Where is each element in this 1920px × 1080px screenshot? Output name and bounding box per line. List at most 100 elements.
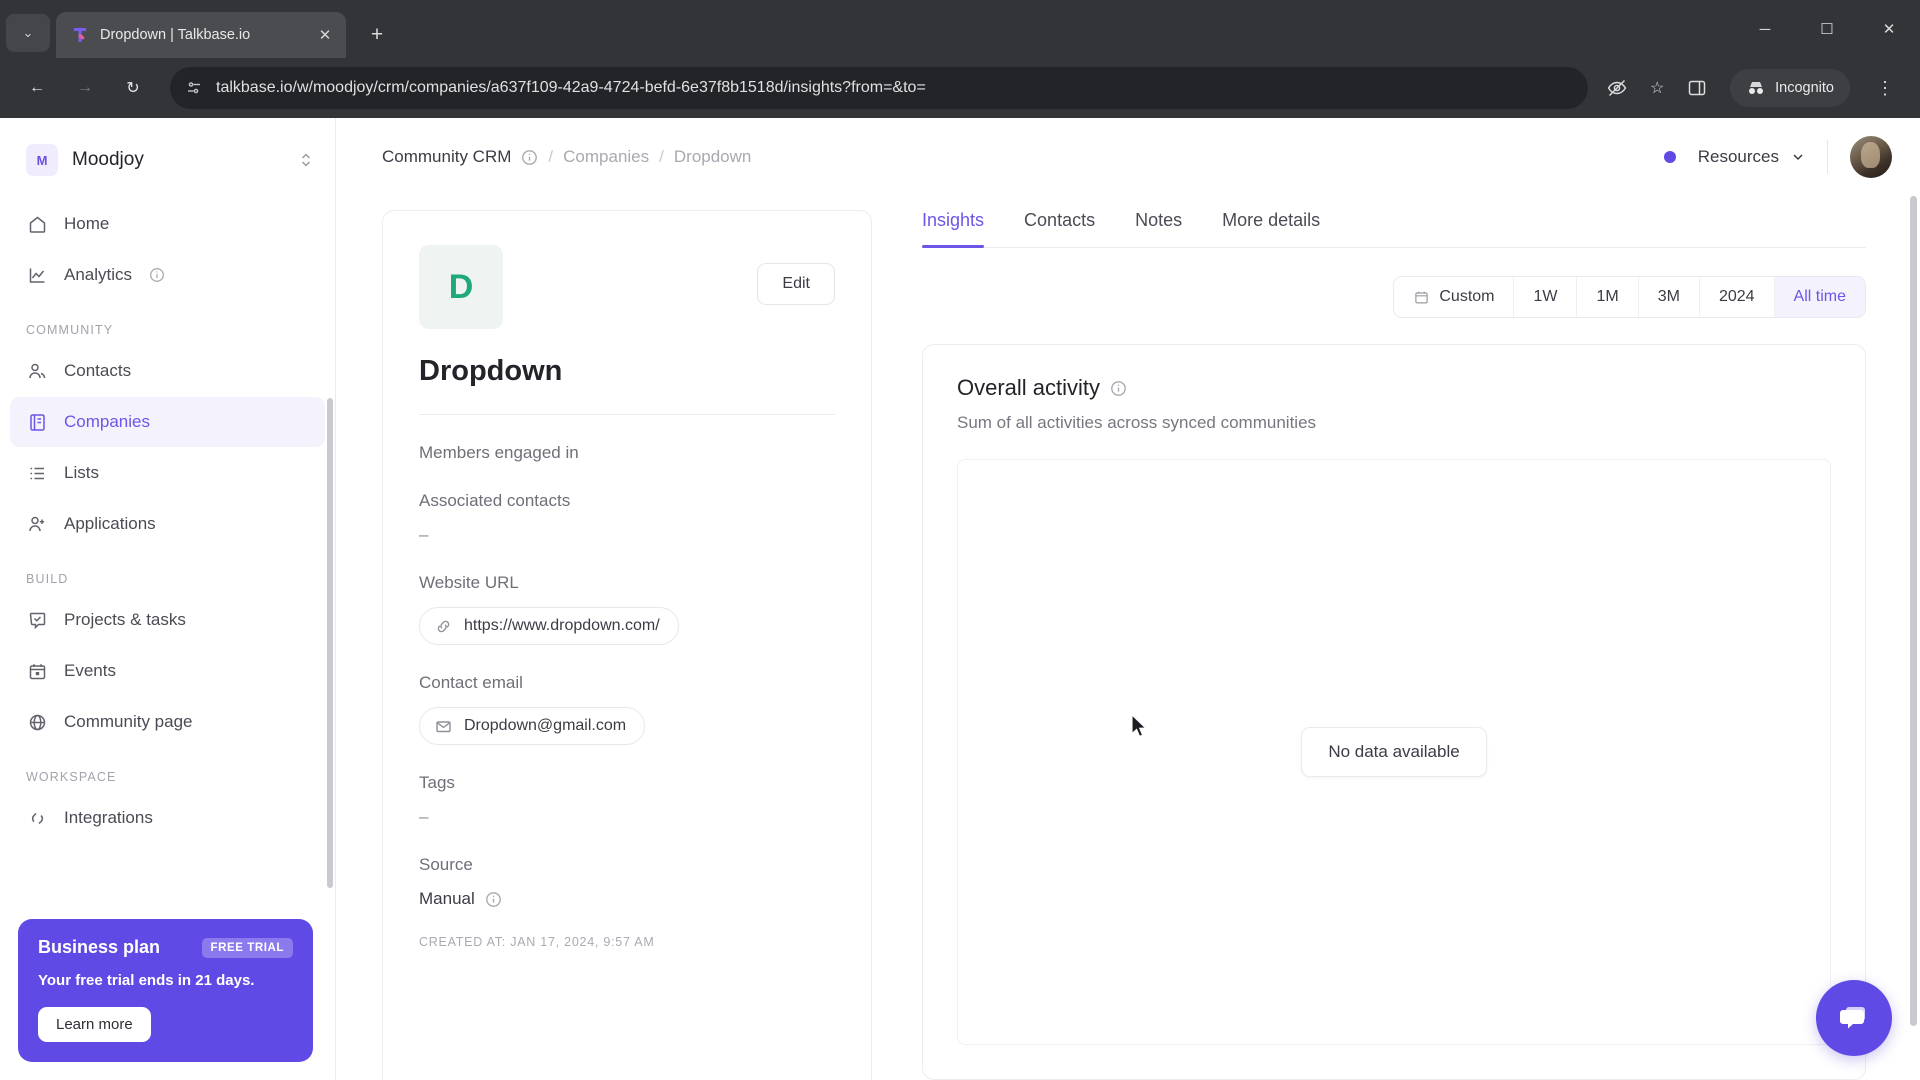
forward-icon[interactable]: →	[64, 67, 106, 109]
side-panel-icon[interactable]	[1684, 75, 1710, 101]
sidebar-section-build: BUILD	[26, 572, 69, 586]
mail-icon	[434, 717, 452, 735]
range-label: Custom	[1439, 288, 1495, 305]
bookmark-star-icon[interactable]: ☆	[1644, 75, 1670, 101]
field-label: Website URL	[419, 573, 519, 592]
contact-email-value: Dropdown@gmail.com	[464, 717, 627, 734]
page-content: D Edit Dropdown Members engaged in Assoc…	[336, 196, 1920, 1080]
check-square-icon	[26, 609, 48, 631]
calendar-icon	[26, 660, 48, 682]
browser-toolbar: ← → ↻ talkbase.io/w/moodjoy/crm/companie…	[0, 58, 1920, 118]
user-plus-icon	[26, 513, 48, 535]
field-value: –	[419, 525, 429, 544]
chevron-down-icon: ⌄	[22, 25, 34, 40]
talkbase-logo-icon	[70, 25, 90, 45]
company-card: D Edit Dropdown Members engaged in Assoc…	[382, 210, 872, 1080]
chevron-updown-icon[interactable]	[299, 150, 313, 170]
overall-activity-card: Overall activity Sum of all activities a…	[922, 344, 1866, 1080]
plan-title: Business plan	[38, 937, 161, 957]
field-label: Contact email	[419, 673, 523, 692]
sidebar-scrollbar[interactable]	[327, 398, 333, 888]
range-1m[interactable]: 1M	[1577, 277, 1639, 317]
back-icon[interactable]: ←	[16, 67, 58, 109]
window-close-icon[interactable]: ✕	[1858, 0, 1920, 58]
tab-search-button[interactable]: ⌄	[6, 14, 50, 52]
breadcrumb-separator: /	[659, 147, 664, 166]
free-trial-badge: FREE TRIAL	[201, 937, 293, 958]
card-title: Overall activity	[957, 375, 1101, 400]
sidebar-item-home[interactable]: Home	[10, 199, 325, 249]
integrations-icon	[26, 807, 48, 829]
range-2024[interactable]: 2024	[1700, 277, 1775, 317]
info-icon[interactable]	[1110, 380, 1127, 397]
chat-widget-button[interactable]	[1816, 980, 1892, 1056]
tab-notes[interactable]: Notes	[1135, 210, 1182, 247]
address-bar[interactable]: talkbase.io/w/moodjoy/crm/companies/a637…	[170, 67, 1589, 109]
sidebar-item-contacts[interactable]: Contacts	[10, 346, 325, 396]
org-avatar: M	[26, 144, 58, 176]
range-1w[interactable]: 1W	[1514, 277, 1578, 317]
range-custom[interactable]: Custom	[1394, 277, 1515, 317]
info-icon[interactable]	[521, 149, 538, 166]
close-icon[interactable]: ✕	[312, 22, 338, 48]
activity-chart-area: No data available	[957, 459, 1831, 1045]
org-switcher[interactable]: M Moodjoy	[0, 118, 335, 198]
tab-insights[interactable]: Insights	[922, 210, 985, 248]
maximize-icon[interactable]: ☐	[1796, 0, 1858, 58]
range-all-time[interactable]: All time	[1774, 277, 1865, 317]
sidebar-item-events[interactable]: Events	[10, 646, 325, 696]
breadcrumb-item-community-crm[interactable]: Community CRM	[382, 147, 511, 167]
browser-tab[interactable]: Dropdown | Talkbase.io ✕	[56, 12, 346, 58]
minimize-icon[interactable]: ─	[1734, 0, 1796, 58]
tab-more-details[interactable]: More details	[1222, 210, 1320, 247]
sidebar-item-integrations[interactable]: Integrations	[10, 793, 325, 843]
field-label: Tags	[419, 773, 455, 792]
sidebar-item-label: Integrations	[64, 808, 153, 827]
field-label: Source	[419, 855, 473, 874]
empty-state-message: No data available	[1301, 727, 1487, 777]
page-scrollbar[interactable]	[1910, 196, 1917, 1026]
site-settings-icon[interactable]	[184, 78, 204, 98]
browser-window: ⌄ Dropdown | Talkbase.io ✕ + ─ ☐ ✕ ← → ↻	[0, 0, 1920, 1080]
avatar[interactable]	[1850, 136, 1892, 178]
resources-menu[interactable]: Resources	[1698, 147, 1805, 167]
info-icon[interactable]	[485, 891, 502, 908]
tab-contacts[interactable]: Contacts	[1024, 210, 1095, 247]
sidebar-item-projects-tasks[interactable]: Projects & tasks	[10, 595, 325, 645]
divider	[1827, 140, 1828, 174]
breadcrumb-item-companies[interactable]: Companies	[563, 147, 649, 167]
website-url-chip[interactable]: https://www.dropdown.com/	[419, 607, 679, 645]
created-at-label: CREATED AT: JAN 17, 2024, 9:57 AM	[419, 935, 655, 949]
range-3m[interactable]: 3M	[1639, 277, 1700, 317]
sidebar-item-label: Home	[64, 214, 110, 233]
calendar-icon	[1413, 289, 1429, 305]
learn-more-button[interactable]: Learn more	[38, 1007, 151, 1042]
sidebar-item-analytics[interactable]: Analytics	[10, 250, 325, 300]
users-icon	[26, 360, 48, 382]
sidebar-item-label: Contacts	[64, 361, 132, 380]
eye-off-icon[interactable]	[1604, 75, 1630, 101]
date-range-row: Custom 1W 1M 3M 2024 All time	[922, 276, 1866, 318]
sidebar-item-lists[interactable]: Lists	[10, 448, 325, 498]
incognito-indicator[interactable]: Incognito	[1730, 69, 1850, 107]
edit-button[interactable]: Edit	[757, 263, 835, 305]
building-icon	[26, 411, 48, 433]
list-icon	[26, 462, 48, 484]
new-tab-button[interactable]: +	[360, 18, 394, 52]
link-icon	[434, 617, 452, 635]
url-text[interactable]: talkbase.io/w/moodjoy/crm/companies/a637…	[216, 79, 1574, 97]
sidebar-item-applications[interactable]: Applications	[10, 499, 325, 549]
breadcrumb-item-dropdown[interactable]: Dropdown	[674, 147, 752, 167]
sidebar-section-community: COMMUNITY	[26, 323, 114, 337]
insights-panel: Insights Contacts Notes More details Cus…	[872, 196, 1920, 1080]
field-members-engaged-in: Members engaged in	[419, 443, 835, 463]
reload-icon[interactable]: ↻	[112, 67, 154, 109]
sidebar-item-companies[interactable]: Companies	[10, 397, 325, 447]
browser-menu-icon[interactable]: ⋮	[1870, 69, 1900, 107]
plan-upsell-card[interactable]: Business plan FREE TRIAL Your free trial…	[18, 919, 313, 1062]
sidebar-item-community-page[interactable]: Community page	[10, 697, 325, 747]
home-icon	[26, 213, 48, 235]
contact-email-chip[interactable]: Dropdown@gmail.com	[419, 707, 646, 745]
info-icon[interactable]	[148, 267, 165, 284]
sidebar-item-label: Community page	[64, 712, 193, 731]
